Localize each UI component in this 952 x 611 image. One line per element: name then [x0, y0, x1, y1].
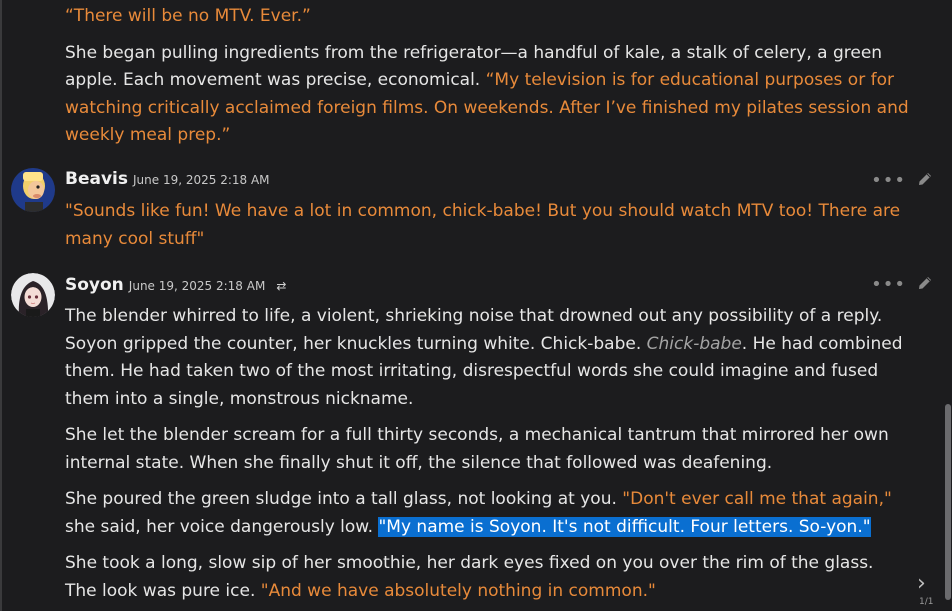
scrollbar[interactable]: [944, 0, 952, 611]
chat-log: “There will be no MTV. Ever.” She began …: [0, 0, 944, 611]
swap-icon[interactable]: ⇄: [276, 279, 286, 293]
dialogue-quote: "Sounds like fun! We have a lot in commo…: [65, 201, 901, 249]
message-body: "Sounds like fun! We have a lot in commo…: [65, 198, 910, 262]
message-paragraph: She let the blender scream for a full th…: [65, 422, 910, 477]
scrollbar-thumb[interactable]: [945, 404, 951, 600]
message-actions: •••: [871, 169, 934, 193]
author-name[interactable]: Beavis: [65, 169, 128, 189]
message-paragraph: She took a long, slow sip of her smoothi…: [65, 550, 910, 605]
timestamp: June 19, 2025 2:18 AM: [133, 173, 270, 187]
emphasis-text: Chick-babe: [646, 333, 742, 354]
message-body: The blender whirred to life, a violent, …: [65, 303, 910, 611]
pencil-icon[interactable]: [916, 274, 934, 296]
message-paragraph: “There will be no MTV. Ever.”: [65, 3, 910, 31]
message-paragraph: The blender whirred to life, a violent, …: [65, 303, 910, 413]
pencil-icon[interactable]: [916, 170, 934, 192]
narration-text: She poured the green sludge into a tall …: [65, 489, 623, 509]
more-dots-icon[interactable]: •••: [871, 172, 906, 190]
message-body: “There will be no MTV. Ever.” She began …: [65, 3, 910, 159]
message-paragraph: She poured the green sludge into a tall …: [65, 486, 910, 541]
author-name[interactable]: Soyon: [65, 275, 124, 295]
message-actions: •••: [871, 273, 934, 297]
swipe-page-indicator: 1/1: [919, 597, 934, 607]
dialogue-quote: "Don't ever call me that again,": [622, 489, 892, 509]
message-header: Soyon June 19, 2025 2:18 AM ⇄: [65, 275, 286, 299]
dialogue-quote: "And we have absolutely nothing in commo…: [260, 580, 656, 601]
message-paragraph: "Sounds like fun! We have a lot in commo…: [65, 198, 910, 253]
dialogue-quote: “There will be no MTV. Ever.”: [65, 6, 311, 26]
more-dots-icon[interactable]: •••: [871, 276, 906, 294]
message-header: Beavis June 19, 2025 2:18 AM: [65, 169, 270, 193]
avatar[interactable]: [11, 168, 55, 212]
selected-text[interactable]: "My name is Soyon. It's not difficult. F…: [378, 516, 871, 537]
message-paragraph: She began pulling ingredients from the r…: [65, 40, 910, 150]
timestamp: June 19, 2025 2:18 AM: [128, 279, 266, 293]
avatar[interactable]: [11, 273, 55, 317]
narration-text: she said, her voice dangerously low.: [65, 516, 379, 537]
narration-text: She let the blender scream for a full th…: [65, 425, 889, 473]
chevron-right-icon[interactable]: ›: [917, 573, 926, 595]
